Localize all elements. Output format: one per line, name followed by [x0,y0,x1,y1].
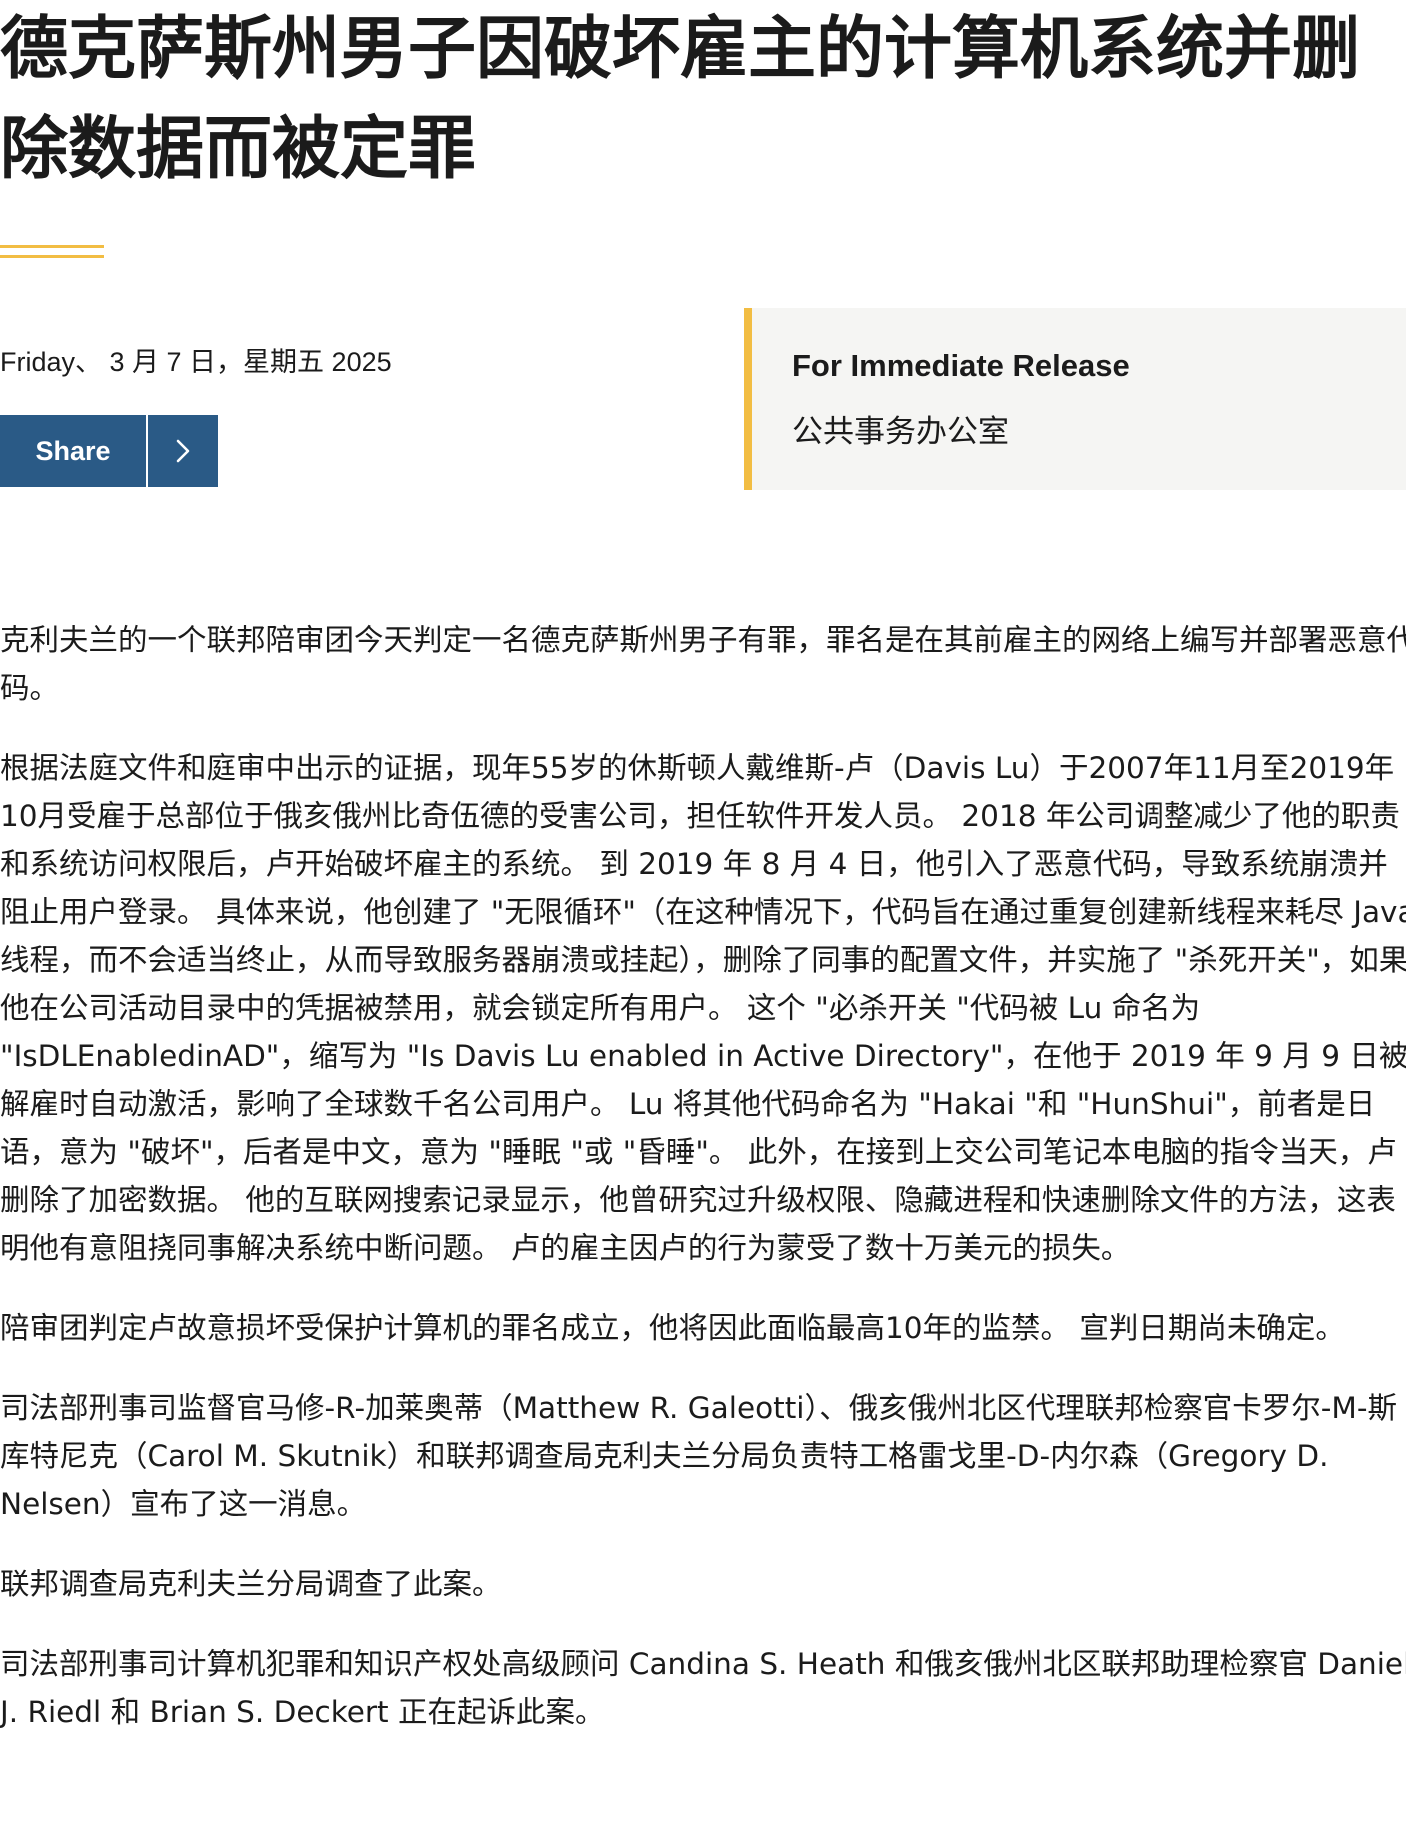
release-office: 公共事务办公室 [792,414,1009,450]
publish-date: Friday、 3 月 7 日，星期五 2025 [0,347,392,377]
title-accent-rule [0,245,104,259]
article-body: 克利夫兰的一个联邦陪审团今天判定一名德克萨斯州男子有罪，罪名是在其前雇主的网络上… [0,616,1406,1768]
article-paragraph: 司法部刑事司监督官马修-R-加莱奥蒂（Matthew R. Galeotti）、… [0,1391,1397,1521]
chevron-right-icon[interactable] [148,415,218,487]
article-paragraph: 克利夫兰的一个联邦陪审团今天判定一名德克萨斯州男子有罪，罪名是在其前雇主的网络上… [0,623,1406,705]
article-paragraph: 联邦调查局克利夫兰分局调查了此案。 [0,1567,502,1601]
share-button[interactable]: Share [0,415,218,487]
article-paragraph: 司法部刑事司计算机犯罪和知识产权处高级顾问 Candina S. Heath 和… [0,1647,1406,1729]
article-paragraph: 陪审团判定卢故意损坏受保护计算机的罪名成立，他将因此面临最高10年的监禁。 宣判… [0,1311,1345,1345]
page-title: 德克萨斯州男子因破坏雇主的计算机系统并删除数据而被定罪 [0,10,1361,189]
press-release-box: For Immediate Release 公共事务办公室 [744,308,1406,490]
release-heading: For Immediate Release [792,348,1130,383]
share-button-label: Share [35,436,111,466]
article-paragraph: 根据法庭文件和庭审中出示的证据，现年55岁的休斯顿人戴维斯-卢（Davis Lu… [0,751,1406,1265]
